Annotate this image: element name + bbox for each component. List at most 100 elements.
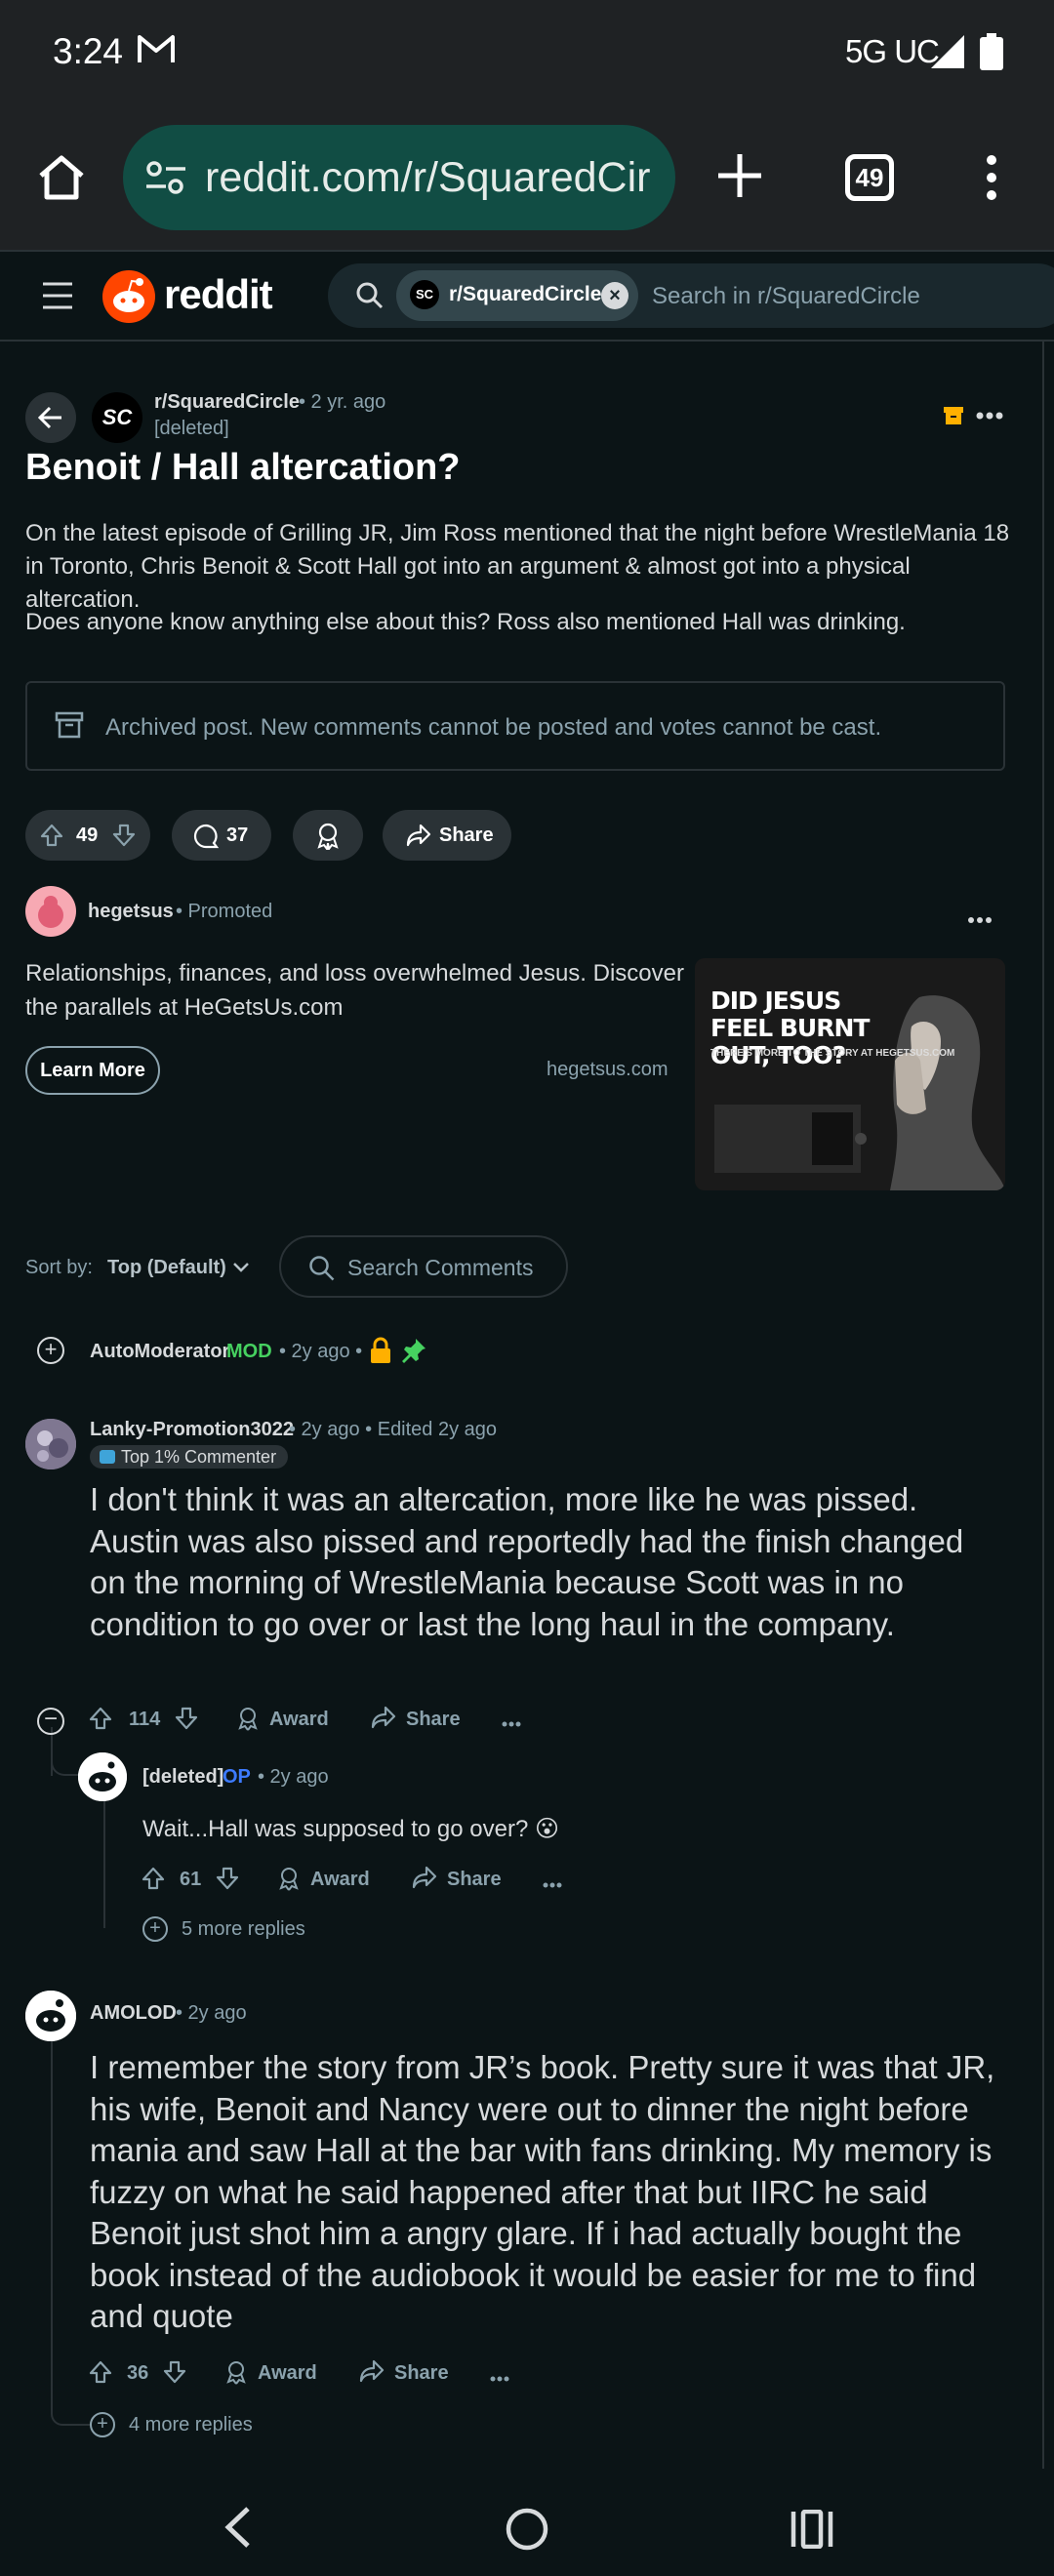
search-placeholder[interactable]: Search in r/SquaredCircle	[652, 283, 920, 310]
comments-button[interactable]: 37	[172, 810, 271, 861]
ad-image[interactable]: DID JESUS FEEL BURNT OUT, TOO? THERE'S M…	[695, 958, 1005, 1190]
browser-menu-icon[interactable]	[982, 154, 1001, 206]
award-label[interactable]: Award	[258, 2362, 317, 2385]
expand-comment-icon[interactable]: +	[37, 1337, 64, 1364]
award-icon[interactable]	[277, 1866, 301, 1896]
archived-notice: Archived post. New comments cannot be po…	[25, 681, 1005, 771]
system-nav-bar	[0, 2469, 1054, 2576]
downvote-icon[interactable]	[111, 823, 137, 848]
share-button[interactable]: Share	[383, 810, 511, 861]
battery-icon	[980, 33, 1003, 75]
share-icon[interactable]	[371, 1706, 396, 1734]
share-label[interactable]: Share	[447, 1869, 502, 1891]
sort-label: Sort by:	[25, 1257, 93, 1278]
network-type: 5G UC	[845, 33, 940, 69]
collapse-comment-icon[interactable]: −	[37, 1708, 64, 1735]
nav-home-icon[interactable]	[506, 2508, 548, 2556]
sort-dropdown[interactable]: Top (Default)	[107, 1257, 226, 1279]
downvote-icon[interactable]	[215, 1866, 240, 1896]
downvote-icon[interactable]	[162, 2359, 187, 2390]
share-icon[interactable]	[412, 1866, 437, 1894]
comment-author[interactable]: AutoModerator	[90, 1341, 229, 1363]
subreddit-search-bar[interactable]: SC r/SquaredCircle × Search in r/Squared…	[328, 263, 1054, 328]
search-icon	[309, 1256, 335, 1281]
search-comments-input[interactable]: Search Comments	[279, 1235, 568, 1298]
downvote-icon[interactable]	[174, 1706, 199, 1736]
vote-count: 36	[127, 2362, 149, 2384]
reply-author[interactable]: [deleted]	[142, 1766, 223, 1789]
comment-avatar[interactable]	[25, 1419, 76, 1469]
url-bar[interactable]: reddit.com/r/SquaredCir	[123, 125, 675, 230]
site-settings-icon[interactable]	[144, 160, 187, 200]
share-label[interactable]: Share	[394, 2362, 449, 2385]
subreddit-avatar: SC	[410, 280, 439, 309]
url-text[interactable]: reddit.com/r/SquaredCir	[205, 154, 650, 202]
ad-text[interactable]: Relationships, finances, and loss overwh…	[25, 956, 689, 1025]
remove-chip-icon[interactable]: ×	[601, 282, 628, 309]
comment-overflow-icon[interactable]	[490, 2369, 509, 2387]
subreddit-icon[interactable]: SC	[92, 392, 142, 443]
chevron-down-icon[interactable]	[232, 1261, 250, 1278]
tab-switcher-button[interactable]: 49	[845, 154, 894, 201]
archived-text: Archived post. New comments cannot be po…	[105, 714, 882, 741]
nav-recents-icon[interactable]	[790, 2509, 833, 2554]
subreddit-filter-chip[interactable]: SC r/SquaredCircle ×	[396, 270, 638, 321]
upvote-icon[interactable]	[141, 1866, 166, 1896]
reply-text: Wait...Hall was supposed to go over? 😮	[142, 1816, 559, 1842]
expand-replies-icon[interactable]: +	[142, 1916, 168, 1942]
ad-overflow-icon[interactable]	[968, 911, 992, 929]
comment-time: • 2y ago	[176, 2002, 247, 2024]
thread-line	[103, 1801, 105, 1928]
comment-time: • 2y ago •	[279, 1341, 363, 1362]
advertiser-avatar[interactable]	[25, 886, 76, 937]
comment-overflow-icon[interactable]	[502, 1714, 521, 1732]
reddit-logo-icon[interactable]	[101, 269, 156, 329]
award-label[interactable]: Award	[269, 1709, 329, 1731]
home-icon[interactable]	[37, 154, 86, 206]
award-label[interactable]: Award	[310, 1869, 370, 1891]
post-author: [deleted]	[154, 418, 229, 439]
award-icon	[317, 823, 339, 850]
status-time: 3:24	[53, 31, 124, 71]
hamburger-menu-icon[interactable]	[41, 281, 74, 315]
comment-overflow-icon[interactable]	[543, 1875, 562, 1893]
award-button[interactable]	[293, 810, 363, 861]
comment-icon	[193, 824, 219, 849]
op-flair: OP	[223, 1766, 251, 1788]
learn-more-button[interactable]: Learn More	[25, 1046, 160, 1095]
top-commenter-badge: Top 1% Commenter	[90, 1445, 289, 1469]
comment-author[interactable]: AMOLOD	[90, 2002, 177, 2025]
sidebar-edge	[1042, 342, 1054, 2488]
share-icon[interactable]	[359, 2359, 385, 2388]
back-button[interactable]	[25, 392, 76, 443]
comment-avatar[interactable]	[25, 1991, 76, 2041]
pin-icon	[400, 1337, 427, 1369]
expand-replies-icon[interactable]: +	[90, 2412, 115, 2437]
award-icon[interactable]	[224, 2359, 248, 2390]
award-icon[interactable]	[236, 1706, 260, 1736]
new-tab-icon[interactable]	[714, 150, 765, 206]
share-icon	[406, 824, 431, 847]
nav-back-icon[interactable]	[223, 2506, 252, 2554]
upvote-icon[interactable]	[88, 2359, 113, 2390]
advertiser-name[interactable]: hegetsus	[88, 901, 174, 923]
comment-text: I remember the story from JR’s book. Pre…	[90, 2049, 995, 2334]
vote-count: 61	[180, 1869, 202, 1890]
post-subreddit[interactable]: r/SquaredCircle	[154, 391, 300, 414]
status-bar: 3:24 5G UC	[0, 0, 1054, 105]
thread-line	[51, 2041, 53, 2412]
browser-toolbar: reddit.com/r/SquaredCir 49	[0, 105, 1054, 250]
reddit-wordmark[interactable]: reddit	[164, 271, 273, 318]
deleted-user-avatar[interactable]	[78, 1752, 127, 1801]
comment-count: 37	[226, 825, 249, 846]
post-overflow-icon[interactable]	[976, 408, 1003, 425]
more-replies-link[interactable]: 5 more replies	[182, 1918, 305, 1941]
reddit-header: reddit SC r/SquaredCircle × Search in r/…	[0, 250, 1054, 342]
ad-domain[interactable]: hegetsus.com	[547, 1059, 669, 1081]
upvote-icon[interactable]	[39, 823, 64, 848]
more-replies-link[interactable]: 4 more replies	[129, 2414, 253, 2436]
upvote-icon[interactable]	[88, 1706, 113, 1736]
lock-icon	[369, 1337, 392, 1369]
comment-author[interactable]: Lanky-Promotion3022	[90, 1419, 294, 1441]
share-label[interactable]: Share	[406, 1709, 461, 1731]
